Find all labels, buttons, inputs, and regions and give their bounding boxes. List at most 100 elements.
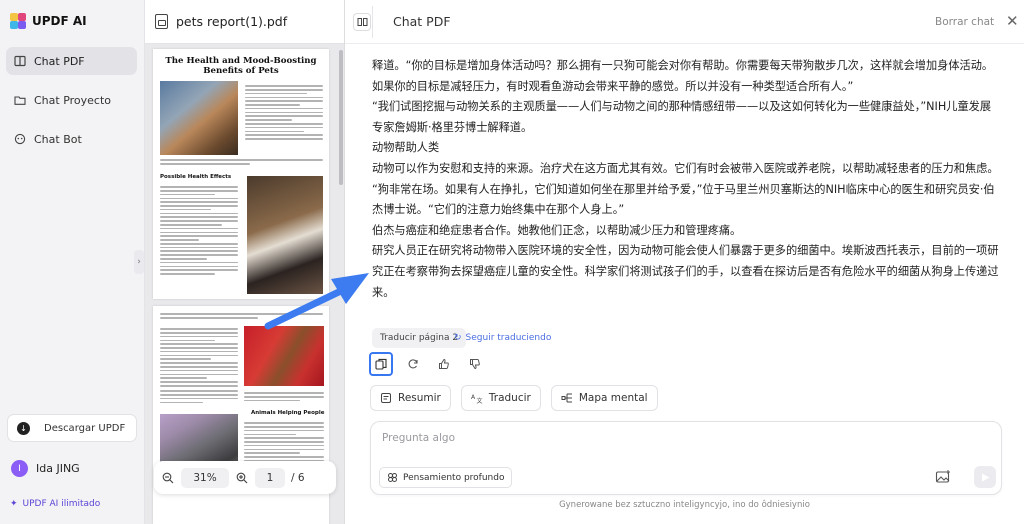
pill-label: Traducir — [488, 392, 531, 404]
brand: UPDF AI — [10, 13, 87, 29]
sidebar-item-chat-pdf[interactable]: Chat PDF — [6, 47, 137, 75]
response-paragraph: 释道。“你的目标是增加身体活动吗？那么拥有一只狗可能会对你有帮助。你需要每天带狗… — [372, 59, 994, 93]
response-paragraph: 研究人员正在研究将动物带入医院环境的安全性，因为动物可能会使人们暴露于更多的细菌… — [372, 244, 999, 299]
send-icon — [981, 473, 989, 481]
text-block — [245, 83, 323, 142]
pdf-header: pets report(1).pdf — [145, 0, 344, 44]
thumbs-up-icon — [439, 358, 449, 369]
book-icon — [14, 55, 26, 67]
svg-text:文: 文 — [476, 397, 482, 404]
chat-panel: Chat PDF Borrar chat ✕ 释道。“你的目标是增加身体活动吗？… — [345, 0, 1024, 524]
text-block — [160, 184, 238, 277]
sidebar-item-chat-proyecto[interactable]: Chat Proyecto — [6, 86, 137, 114]
response-paragraph: 伯杰与癌症和绝症患者合作。她教他们正念，以帮助减少压力和管理疼痛。 — [372, 223, 742, 237]
brain-icon — [388, 473, 397, 482]
regenerate-button[interactable] — [402, 353, 424, 375]
sidebar-item-label: Chat PDF — [34, 54, 85, 68]
bot-icon — [14, 133, 26, 145]
chevron-right-icon: › — [137, 257, 141, 267]
dog-cat-photo — [247, 176, 323, 294]
ai-disclaimer: Gynerowane bez sztuczno inteligyncyjo, i… — [559, 500, 810, 510]
svg-text:A: A — [471, 394, 476, 401]
summarize-icon — [381, 393, 391, 403]
pdf-page-title: The Health and Mood-Boosting Benefits of… — [165, 56, 317, 76]
toggle-panel-button[interactable] — [353, 12, 371, 31]
ai-response: 释道。“你的目标是增加身体活动吗？那么拥有一只狗可能会对你有帮助。你需要每天带狗… — [372, 56, 1000, 303]
mind-map-button[interactable]: Mapa mental — [550, 385, 658, 411]
text-block — [160, 157, 323, 167]
response-actions — [369, 352, 486, 376]
sidebar-item-label: Chat Bot — [34, 132, 82, 146]
pdf-zoom-toolbar: 31% 1 / 6 — [154, 461, 336, 494]
header-divider — [372, 6, 373, 38]
summarize-button[interactable]: Resumir — [370, 385, 451, 411]
chat-input-box[interactable]: Pregunta algo Pensamiento profundo — [370, 421, 1002, 495]
avatar: I — [11, 460, 28, 477]
response-paragraph: 动物可以作为安慰和支持的来源。治疗犬在这方面尤其有效。它们有时会被带入医院或养老… — [372, 161, 999, 175]
deep-thinking-toggle[interactable]: Pensamiento profundo — [379, 467, 513, 488]
sparkle-icon: ✦ — [10, 499, 18, 509]
attach-image-button[interactable] — [935, 469, 951, 485]
cat-photo — [160, 81, 238, 155]
quick-actions: Resumir A文 Traducir Mapa mental — [370, 385, 658, 411]
download-updf-button[interactable]: ↓ Descargar UPDF — [7, 414, 137, 442]
thumbs-down-button[interactable] — [464, 353, 486, 375]
pdf-panel: pets report(1).pdf The Health and Mood-B… — [145, 0, 345, 524]
zoom-level[interactable]: 31% — [181, 467, 229, 488]
page-number-input[interactable]: 1 — [255, 467, 285, 488]
dogs-christmas-photo — [244, 326, 324, 386]
upgrade-label: UPDF AI ilimitado — [22, 499, 101, 509]
follow-label: Seguir traduciendo — [465, 333, 552, 343]
thumbs-down-icon — [470, 359, 480, 370]
zoom-out-icon[interactable] — [161, 471, 175, 485]
image-icon — [935, 470, 950, 483]
text-block — [244, 390, 324, 404]
pdf-scrollbar[interactable] — [339, 50, 343, 185]
translate-icon: ↻ — [454, 333, 462, 343]
brand-name: UPDF AI — [32, 14, 87, 28]
pdf-filename: pets report(1).pdf — [176, 14, 288, 29]
copy-button[interactable] — [369, 352, 393, 376]
clear-chat-button[interactable]: Borrar chat — [935, 16, 994, 28]
sidebar: UPDF AI Chat PDF Chat Proyecto Chat Bot … — [0, 0, 145, 524]
user-profile[interactable]: I Ida JING — [11, 460, 80, 477]
total-pages: / 6 — [291, 471, 305, 484]
close-icon[interactable]: ✕ — [1006, 12, 1019, 30]
text-block — [160, 388, 238, 405]
updf-logo-icon — [10, 13, 26, 29]
response-paragraph: “狗非常在场。如果有人在挣扎，它们知道如何坐在那里并给予爱，”位于马里兰州贝塞斯… — [372, 182, 995, 217]
folder-icon — [14, 94, 26, 106]
thumbs-up-button[interactable] — [433, 353, 455, 375]
mind-map-icon — [561, 393, 572, 403]
response-paragraph: 动物帮助人类 — [372, 141, 440, 155]
collapse-sidebar-handle[interactable]: › — [134, 250, 144, 274]
pill-label: Resumir — [398, 392, 441, 404]
sidebar-item-label: Chat Proyecto — [34, 93, 112, 107]
chat-input-placeholder[interactable]: Pregunta algo — [382, 432, 455, 444]
pill-label: Mapa mental — [578, 392, 648, 404]
refresh-icon — [408, 359, 418, 369]
translate-button[interactable]: A文 Traducir — [460, 385, 541, 411]
chat-header: Chat PDF Borrar chat ✕ — [345, 0, 1024, 44]
user-name: Ida JING — [36, 462, 80, 475]
response-paragraph: “我们试图挖掘与动物关系的主观质量——人们与动物之间的那种情感纽带——以及这如何… — [372, 100, 992, 134]
translate-page-chip[interactable]: Traducir página 2 — [372, 328, 467, 348]
upgrade-link[interactable]: ✦ UPDF AI ilimitado — [10, 499, 100, 509]
continue-translating-link[interactable]: ↻ Seguir traduciendo — [454, 333, 551, 343]
zoom-in-icon[interactable] — [235, 471, 249, 485]
send-button[interactable] — [974, 466, 996, 488]
pdf-file-icon — [155, 14, 168, 29]
pdf-page-1[interactable]: The Health and Mood-Boosting Benefits of… — [153, 49, 329, 299]
chat-title: Chat PDF — [393, 14, 451, 29]
copy-icon — [375, 358, 387, 370]
section-heading: Animals Helping People — [251, 410, 325, 416]
sidebar-nav: Chat PDF Chat Proyecto Chat Bot — [6, 47, 137, 164]
sidebar-item-chat-bot[interactable]: Chat Bot — [6, 125, 137, 153]
translate-icon: A文 — [471, 394, 483, 404]
book-open-icon — [357, 17, 367, 26]
think-label: Pensamiento profundo — [403, 472, 505, 483]
section-heading: Possible Health Effects — [160, 174, 232, 180]
text-block — [160, 311, 323, 321]
text-block — [160, 326, 238, 389]
download-icon: ↓ — [17, 421, 30, 435]
